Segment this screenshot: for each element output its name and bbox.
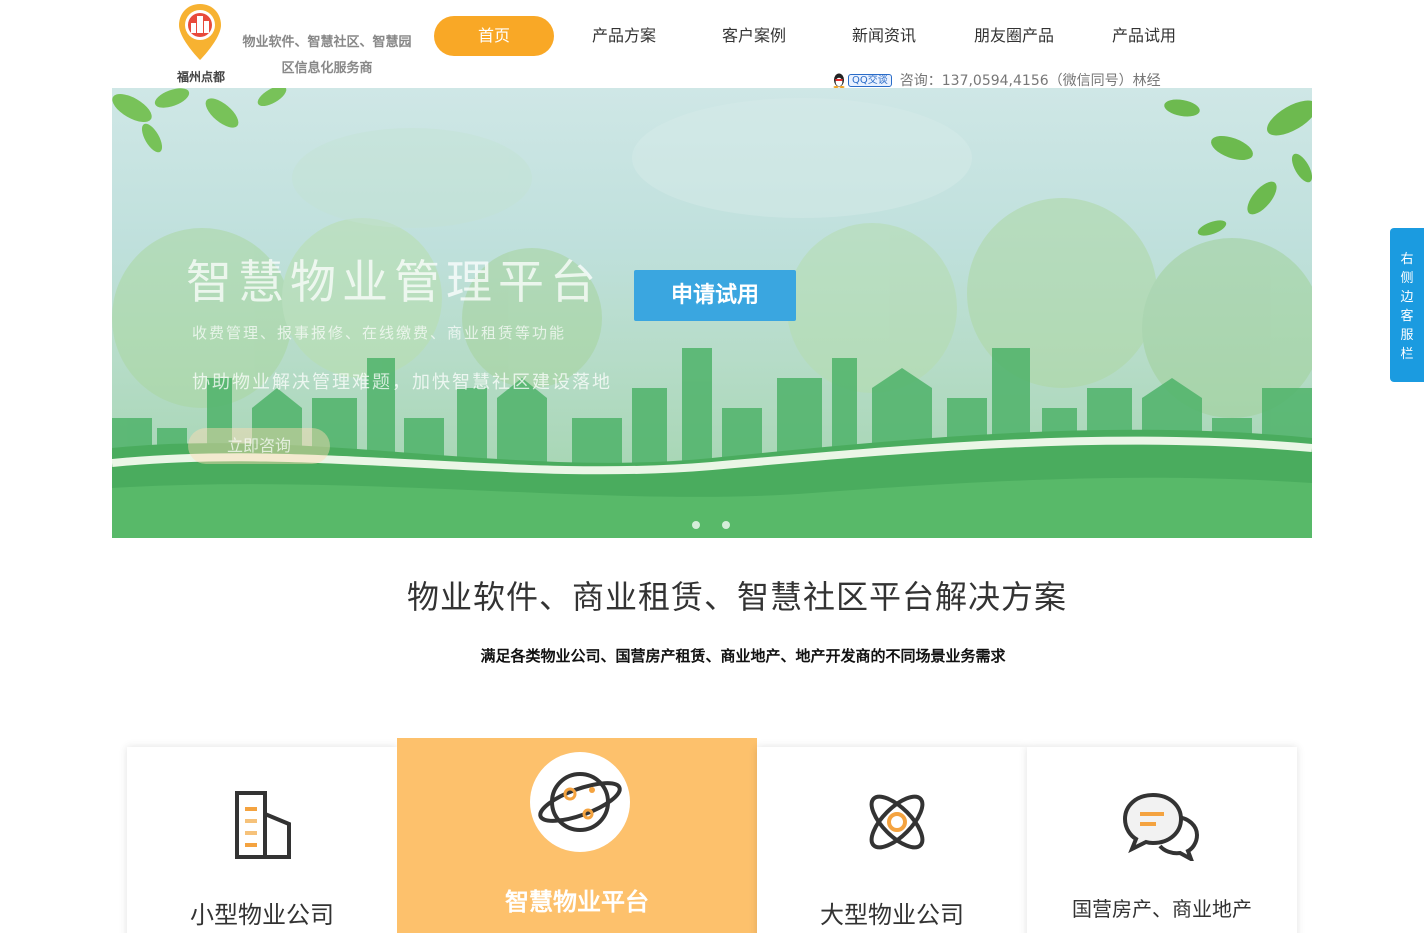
card-small-property[interactable]: 小型物业公司	[127, 747, 397, 933]
nav-item-home[interactable]: 首页	[434, 16, 554, 56]
nav-item-cases[interactable]: 客户案例	[694, 16, 814, 56]
card-large-property[interactable]: 大型物业公司	[757, 747, 1027, 933]
nav-item-products[interactable]: 产品方案	[564, 16, 684, 56]
solutions-subtitle: 满足各类物业公司、国营房产租赁、商业地产、地产开发商的不同场景业务需求	[480, 647, 1006, 665]
nav-item-moments-products[interactable]: 朋友圈产品	[954, 16, 1074, 56]
nav-item-news[interactable]: 新闻资讯	[824, 16, 944, 56]
planet-icon	[530, 752, 630, 852]
building-icon	[235, 791, 291, 859]
banner-subtitle-features: 收费管理、报事报修、在线缴费、商业租赁等功能	[192, 324, 567, 342]
site-tagline: 物业软件、智慧社区、智慧园区信息化服务商	[242, 35, 412, 76]
solutions-title: 物业软件、商业租赁、智慧社区平台解决方案	[406, 578, 1067, 616]
atom-icon	[869, 794, 925, 850]
banner-subtitle-mission: 协助物业解决管理难题，加快智慧社区建设落地	[192, 372, 612, 393]
carousel-dot[interactable]	[692, 521, 700, 529]
carousel-dot[interactable]	[722, 521, 730, 529]
side-tab-char: 栏	[1400, 347, 1414, 362]
side-tab-char: 服	[1400, 328, 1414, 343]
customer-service-side-tab[interactable]: 右 侧 边 客 服 栏	[1390, 228, 1424, 382]
card-label: 大型物业公司	[820, 901, 964, 929]
carousel-dots	[692, 521, 730, 529]
card-smart-platform[interactable]: 智慧物业平台	[397, 738, 757, 933]
nav-item-trial[interactable]: 产品试用	[1084, 16, 1204, 56]
card-state-commercial[interactable]: 国营房产、商业地产	[1027, 747, 1297, 933]
qq-chat-link[interactable]: QQ交谈	[848, 73, 892, 87]
side-tab-char: 侧	[1400, 271, 1414, 286]
contact-text: 咨询：137,0594,4156（微信同号）林经	[899, 73, 1161, 89]
logo[interactable]: 福州点都	[170, 2, 230, 84]
side-tab-char: 右	[1400, 252, 1414, 267]
hero-banner: 智慧物业管理平台 收费管理、报事报修、在线缴费、商业租赁等功能 协助物业解决管理…	[112, 88, 1312, 538]
contact-bar: QQ交谈 咨询：137,0594,4156（微信同号）林经	[832, 70, 1161, 90]
qq-penguin-icon[interactable]	[832, 72, 846, 88]
side-tab-char: 客	[1400, 309, 1414, 324]
logo-name: 福州点都	[176, 70, 225, 84]
apply-trial-button[interactable]: 申请试用	[634, 270, 796, 321]
location-pin-icon	[179, 4, 221, 60]
banner-title: 智慧物业管理平台	[186, 255, 602, 309]
card-label: 小型物业公司	[190, 901, 334, 929]
card-label: 国营房产、商业地产	[1072, 897, 1252, 921]
card-label: 智慧物业平台	[505, 888, 649, 916]
chat-bubbles-icon	[1122, 792, 1200, 861]
banner-consult-button[interactable]: 立即咨询	[188, 428, 330, 464]
side-tab-char: 边	[1400, 290, 1414, 305]
